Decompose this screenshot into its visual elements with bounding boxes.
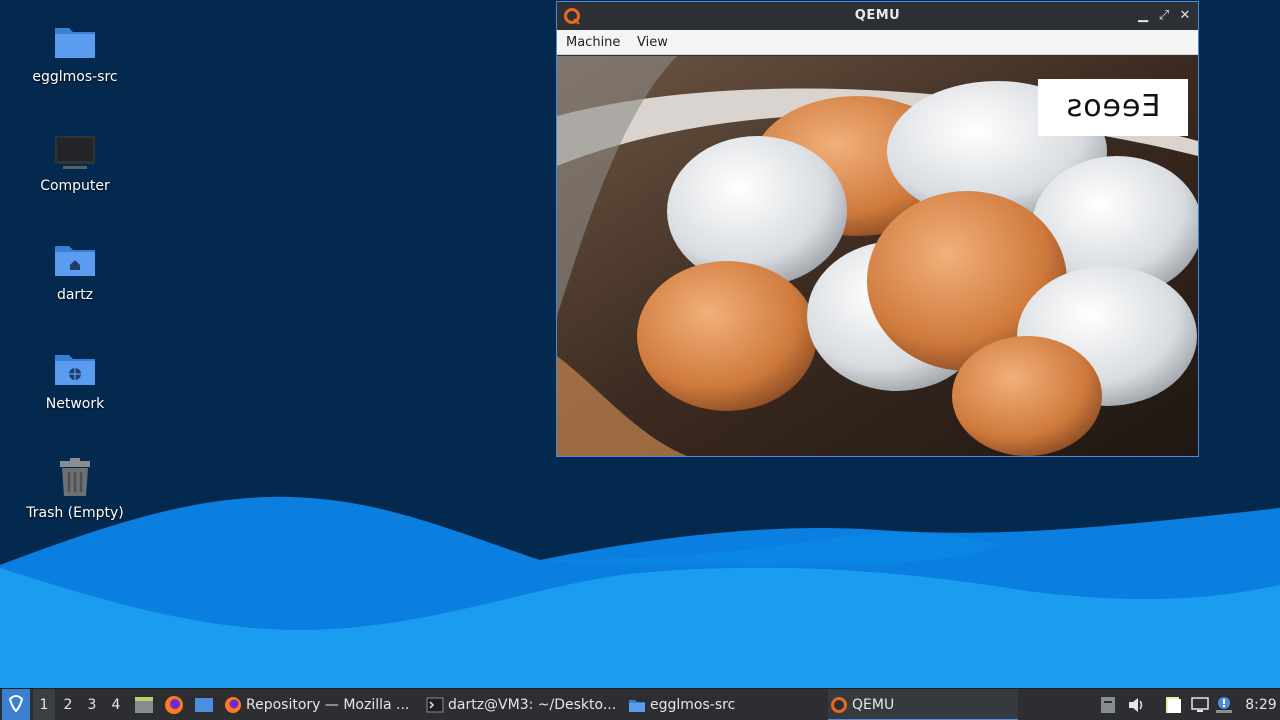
desktop-icon-computer[interactable]: Computer	[20, 121, 130, 221]
task-file-manager[interactable]: egglmos-src	[626, 689, 822, 720]
window-title: QEMU	[854, 8, 901, 23]
task-firefox[interactable]: Repository — Mozilla ...	[222, 689, 418, 720]
workspace-2[interactable]: 2	[57, 689, 79, 720]
desktop-icon-label: dartz	[56, 287, 94, 303]
desktop-icon-label: Network	[45, 396, 105, 412]
desktop-icon-network[interactable]: Network	[20, 339, 130, 439]
guest-osd-box: Eeeos	[1038, 79, 1188, 136]
menu-view[interactable]: View	[637, 35, 668, 50]
files-icon[interactable]	[1163, 695, 1183, 715]
launcher-file-manager[interactable]	[133, 689, 155, 720]
launcher-firefox[interactable]	[163, 689, 185, 720]
show-desktop-icon	[195, 698, 213, 712]
launcher-show-desktop[interactable]	[193, 689, 215, 720]
menu-machine[interactable]: Machine	[566, 35, 620, 50]
maximize-icon: ⤢	[1158, 8, 1170, 23]
task-label: QEMU	[852, 697, 895, 713]
desktop-icon-trash[interactable]: Trash (Empty)	[20, 448, 130, 548]
app-menu-button[interactable]	[2, 689, 30, 720]
terminal-icon	[426, 697, 444, 713]
guest-display[interactable]: Eeeos	[557, 56, 1198, 456]
desktop-icon-label: Computer	[40, 178, 110, 194]
firefox-icon	[165, 696, 183, 714]
task-qemu[interactable]: QEMU	[828, 689, 1018, 720]
minimize-button[interactable]: ▁	[1135, 7, 1151, 25]
desktop-icon-dartz[interactable]: dartz	[20, 230, 130, 330]
volume-icon[interactable]	[1126, 695, 1146, 715]
workspace-1[interactable]: 1	[33, 689, 55, 720]
desktop-icon-label: Trash (Empty)	[26, 505, 124, 521]
qemu-icon	[831, 697, 847, 713]
clipboard-icon[interactable]	[1098, 695, 1118, 715]
close-icon: ✕	[1179, 8, 1191, 23]
task-label: dartz@VM3: ~/Deskto...	[448, 697, 617, 713]
window-menubar: Machine View	[557, 30, 1198, 55]
trash-icon	[60, 458, 90, 496]
firefox-icon	[225, 697, 241, 713]
folder-icon	[629, 700, 645, 712]
task-label: Repository — Mozilla ...	[246, 697, 410, 713]
taskbar: 1 2 3 4 Repository — Mozilla ... dartz@V…	[0, 688, 1280, 720]
guest-osd-text: Eeeos	[1065, 89, 1161, 124]
distro-logo-icon	[8, 695, 24, 713]
network-folder-icon	[55, 355, 95, 385]
network-monitor-icon[interactable]	[1190, 695, 1210, 715]
workspace-4[interactable]: 4	[105, 689, 127, 720]
desktop-icon-egglmos-src[interactable]: egglmos-src	[20, 12, 130, 112]
computer-icon	[55, 136, 95, 169]
maximize-button[interactable]: ⤢	[1156, 7, 1172, 25]
home-folder-icon	[55, 246, 95, 276]
task-terminal[interactable]: dartz@VM3: ~/Deskto...	[424, 689, 620, 720]
minimize-icon: ▁	[1138, 8, 1148, 23]
window-titlebar[interactable]: QEMU ▁ ⤢ ✕	[557, 2, 1198, 30]
close-button[interactable]: ✕	[1177, 7, 1193, 25]
desktop-icon-label: egglmos-src	[32, 69, 118, 85]
file-manager-icon	[135, 697, 153, 713]
workspace-3[interactable]: 3	[81, 689, 103, 720]
update-notifier-icon[interactable]	[1214, 695, 1234, 715]
folder-icon	[55, 28, 95, 58]
task-label: egglmos-src	[650, 697, 736, 713]
qemu-window[interactable]: QEMU ▁ ⤢ ✕ Machine View Eeeos	[556, 1, 1199, 457]
clock[interactable]: 8:29	[1244, 689, 1278, 720]
